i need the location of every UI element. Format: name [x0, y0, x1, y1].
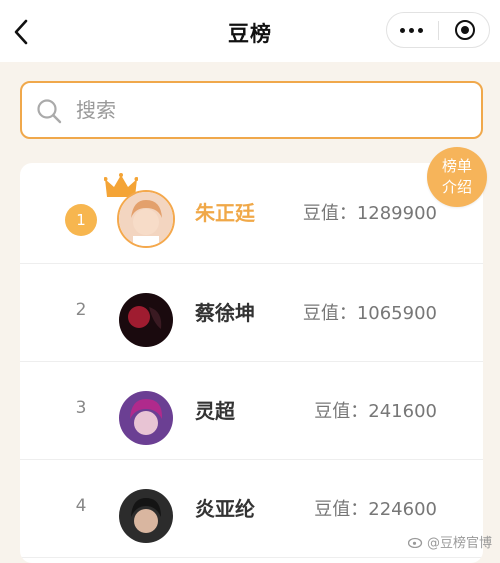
- score-value: 豆值：1289900: [302, 203, 437, 224]
- rank-badge: 1: [65, 204, 97, 236]
- idol-name: 朱正廷: [195, 201, 255, 225]
- rank-number: 2: [75, 300, 87, 320]
- weibo-icon: [407, 537, 423, 548]
- top-bar: 豆榜: [0, 0, 500, 62]
- idol-name: 蔡徐坤: [195, 301, 255, 325]
- ranking-row-1[interactable]: 1 朱正廷 豆值：1289900: [20, 163, 483, 264]
- intro-label-line2: 介绍: [441, 178, 472, 196]
- search-box[interactable]: [20, 81, 483, 139]
- close-program-icon[interactable]: [455, 20, 475, 40]
- more-button[interactable]: [400, 28, 423, 33]
- mini-program-capsule: [386, 12, 490, 48]
- more-dots-icon: [400, 28, 405, 33]
- search-icon: [37, 99, 62, 124]
- capsule-divider: [438, 21, 439, 40]
- weibo-watermark: @豆榜官博: [407, 532, 492, 551]
- search-input[interactable]: [76, 98, 456, 122]
- idol-name: 炎亚纶: [195, 497, 255, 521]
- avatar[interactable]: [119, 489, 173, 543]
- ranking-row-2[interactable]: 2 蔡徐坤 豆值：1065900: [20, 263, 483, 362]
- ranking-card: 1 朱正廷 豆值：1289900 2 蔡徐坤 豆值：1065900 3 灵超 豆…: [20, 163, 483, 563]
- idol-name: 灵超: [195, 399, 235, 423]
- avatar[interactable]: [117, 190, 175, 248]
- score-value: 豆值：224600: [314, 499, 437, 520]
- score-value: 豆值：1065900: [302, 303, 437, 324]
- more-dot: [418, 28, 423, 33]
- ranking-intro-button[interactable]: 榜单 介绍: [427, 147, 487, 207]
- rank-number: 3: [75, 398, 87, 418]
- watermark-text: @豆榜官博: [426, 536, 492, 551]
- more-dot: [409, 28, 414, 33]
- rank-number: 4: [75, 496, 87, 516]
- ranking-row-3[interactable]: 3 灵超 豆值：241600: [20, 361, 483, 460]
- avatar[interactable]: [119, 391, 173, 445]
- avatar[interactable]: [119, 293, 173, 347]
- intro-label-line1: 榜单: [441, 157, 472, 175]
- score-value: 豆值：241600: [314, 401, 437, 422]
